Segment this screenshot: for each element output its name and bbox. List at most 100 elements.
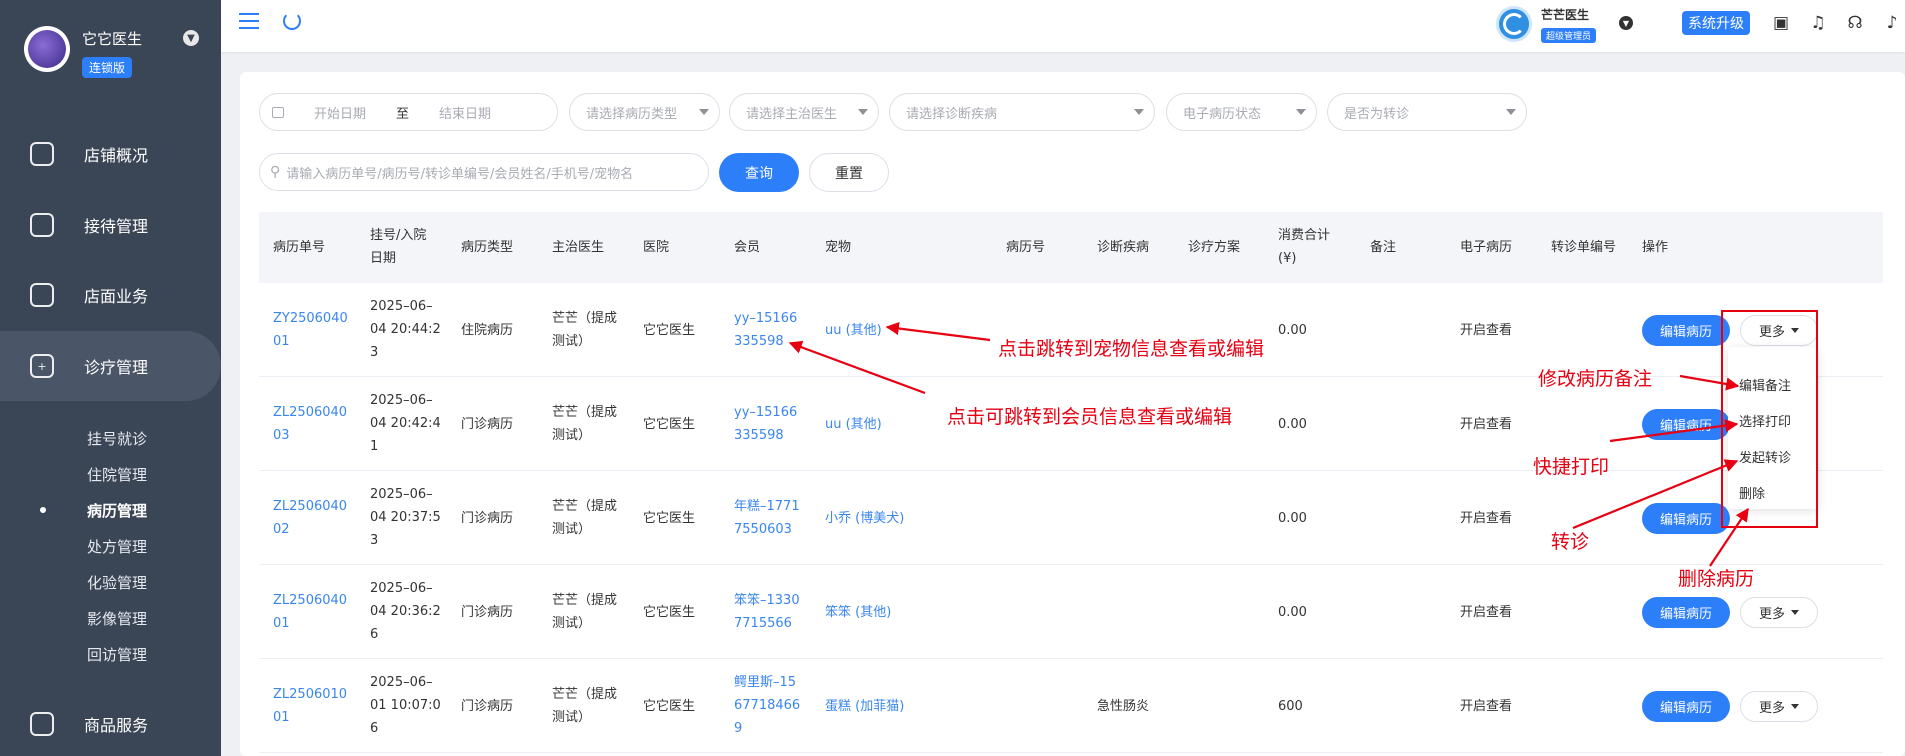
record-id-link[interactable]: ZL2506040 02 bbox=[273, 495, 347, 541]
col-hospital: 医院 bbox=[643, 240, 670, 255]
chevron-down-icon[interactable]: ▼ bbox=[1619, 16, 1633, 30]
date-range-picker[interactable]: 开始日期 至 结束日期 bbox=[259, 93, 558, 131]
member-link[interactable]: 鳄里斯–15 67718466 9 bbox=[734, 671, 800, 740]
emr-view-link[interactable]: 开启查看 bbox=[1460, 507, 1512, 530]
start-date-input[interactable]: 开始日期 bbox=[314, 103, 366, 122]
search-icon: ⚲ bbox=[270, 164, 281, 180]
upgrade-button[interactable]: 系统升级 bbox=[1682, 11, 1750, 35]
diagnosis: 急性肠炎 bbox=[1097, 699, 1150, 714]
disease-select[interactable]: 请选择诊断疾病 bbox=[889, 93, 1155, 131]
nav-item-reception[interactable]: 接待管理 bbox=[0, 190, 221, 260]
annotation-edit-note: 修改病历备注 bbox=[1538, 368, 1653, 390]
col-record-no: 病历号 bbox=[1006, 240, 1046, 255]
notification-icon[interactable]: ♪ bbox=[1882, 13, 1902, 33]
avatar[interactable] bbox=[1496, 6, 1532, 42]
doctor: 芒芒（提成 测试） bbox=[552, 499, 618, 537]
record-id-link[interactable]: ZL2506040 03 bbox=[273, 401, 347, 447]
col-transfer-no: 转诊单编号 bbox=[1551, 240, 1617, 255]
pet-link[interactable]: 蛋糕 (加菲猫) bbox=[825, 695, 904, 718]
col-emr: 电子病历 bbox=[1460, 240, 1513, 255]
col-treatment: 诊疗方案 bbox=[1188, 240, 1241, 255]
col-diagnosis: 诊断疾病 bbox=[1097, 240, 1150, 255]
hospital: 它它医生 bbox=[643, 417, 696, 432]
more-button[interactable]: 更多 bbox=[1740, 691, 1818, 722]
doctor: 芒芒（提成 测试） bbox=[552, 687, 618, 725]
nav-label: 店铺概况 bbox=[84, 146, 149, 165]
nav-item-shop-overview[interactable]: 店铺概况 bbox=[0, 119, 221, 189]
headset-icon[interactable]: ☊ bbox=[1845, 13, 1865, 33]
nav-label: 店面业务 bbox=[84, 287, 149, 306]
nav-item-goods-service[interactable]: 商品服务 bbox=[0, 689, 221, 756]
subnav-followup[interactable]: 回访管理 bbox=[87, 644, 147, 665]
record-id-link[interactable]: ZL2506040 01 bbox=[273, 589, 347, 635]
brand[interactable]: 它它医生 连锁版 ▼ bbox=[24, 26, 199, 78]
col-record-type: 病历类型 bbox=[461, 240, 514, 255]
emr-status-select[interactable]: 电子病历状态 bbox=[1166, 93, 1317, 131]
transfer-select[interactable]: 是否为转诊 bbox=[1327, 93, 1527, 131]
edit-record-button[interactable]: 编辑病历 bbox=[1642, 597, 1730, 628]
emr-view-link[interactable]: 开启查看 bbox=[1460, 319, 1512, 342]
query-button[interactable]: 查询 bbox=[719, 153, 799, 192]
user-role-badge: 超级管理员 bbox=[1541, 28, 1597, 43]
member-link[interactable]: 笨笨–1330 7715566 bbox=[734, 589, 800, 635]
caret-down-icon bbox=[858, 109, 868, 115]
calendar-icon[interactable]: ▣ bbox=[1771, 13, 1791, 33]
emr-view-link[interactable]: 开启查看 bbox=[1460, 413, 1512, 436]
total: 0.00 bbox=[1278, 605, 1307, 620]
caret-down-icon bbox=[1791, 704, 1799, 709]
search-placeholder: 请输入病历单号/病历号/转诊单编号/会员姓名/手机号/宠物名 bbox=[286, 166, 634, 182]
emr-view-link[interactable]: 开启查看 bbox=[1460, 601, 1512, 624]
annotation-highlight-box bbox=[1721, 310, 1818, 528]
date-separator: 至 bbox=[396, 106, 410, 122]
record-id-link[interactable]: ZL2506010 01 bbox=[273, 683, 347, 729]
subnav-prescription[interactable]: 处方管理 bbox=[87, 536, 147, 557]
caret-down-icon bbox=[1296, 109, 1306, 115]
nav-item-medical[interactable]: + 诊疗管理 bbox=[0, 331, 221, 401]
pet-link[interactable]: 笨笨 (其他) bbox=[825, 601, 891, 624]
search-input[interactable]: ⚲ 请输入病历单号/病历号/转诊单编号/会员姓名/手机号/宠物名 bbox=[259, 153, 709, 191]
end-date-input[interactable]: 结束日期 bbox=[439, 103, 491, 122]
topbar: 芒芒医生 超级管理员 ▼ 系统升级 ▣ ♫ ☊ ♪ bbox=[221, 0, 1905, 52]
pet-link[interactable]: 小乔 (博美犬) bbox=[825, 507, 904, 530]
record-id-link[interactable]: ZY2506040 01 bbox=[273, 307, 348, 353]
menu-icon[interactable] bbox=[239, 13, 259, 29]
edit-record-button[interactable]: 编辑病历 bbox=[1642, 503, 1730, 534]
edit-record-button[interactable]: 编辑病历 bbox=[1642, 409, 1730, 440]
pet-link[interactable]: uu (其他) bbox=[825, 413, 882, 436]
bell-icon[interactable]: ♫ bbox=[1808, 13, 1828, 33]
reset-button[interactable]: 重置 bbox=[809, 153, 889, 192]
nav-item-store-business[interactable]: 店面业务 bbox=[0, 260, 221, 330]
col-reg-date: 挂号/入院 日期 bbox=[370, 228, 427, 266]
table-row: ZL2506010 01 2025–06– 01 10:07:0 6 门诊病历 芒芒（… bbox=[259, 659, 1883, 753]
doctor-select[interactable]: 请选择主治医生 bbox=[729, 93, 879, 131]
edit-record-button[interactable]: 编辑病历 bbox=[1642, 691, 1730, 722]
annotation-transfer: 转诊 bbox=[1551, 531, 1590, 553]
nav-label: 诊疗管理 bbox=[84, 358, 149, 377]
record-type-select[interactable]: 请选择病历类型 bbox=[569, 93, 720, 131]
col-pet: 宠物 bbox=[825, 240, 852, 255]
record-type: 门诊病历 bbox=[461, 511, 514, 526]
subnav-lab[interactable]: 化验管理 bbox=[87, 572, 147, 593]
total: 600 bbox=[1278, 699, 1303, 714]
subnav-imaging[interactable]: 影像管理 bbox=[87, 608, 147, 629]
subnav-medical-records[interactable]: 病历管理 bbox=[87, 500, 147, 521]
member-link[interactable]: yy–15166 335598 bbox=[734, 401, 797, 447]
member-link[interactable]: 年糕–1771 7550603 bbox=[734, 495, 800, 541]
subnav-inpatient[interactable]: 住院管理 bbox=[87, 464, 147, 485]
total: 0.00 bbox=[1278, 511, 1307, 526]
goods-icon bbox=[30, 712, 54, 736]
member-link[interactable]: yy–15166 335598 bbox=[734, 307, 797, 353]
subnav-registration[interactable]: 挂号就诊 bbox=[87, 428, 147, 449]
active-dot bbox=[40, 507, 46, 513]
table-row: ZL2506040 02 2025–06– 04 20:37:5 3 门诊病历 芒芒（… bbox=[259, 471, 1883, 565]
pet-link[interactable]: uu (其他) bbox=[825, 319, 882, 342]
emr-view-link[interactable]: 开启查看 bbox=[1460, 695, 1512, 718]
table-row: ZY2506040 01 2025–06– 04 20:44:2 3 住院病历 芒芒（… bbox=[259, 283, 1883, 377]
chevron-down-icon[interactable]: ▼ bbox=[183, 30, 199, 46]
annotation-delete: 删除病历 bbox=[1678, 568, 1755, 590]
total: 0.00 bbox=[1278, 323, 1307, 338]
edit-record-button[interactable]: 编辑病历 bbox=[1642, 315, 1730, 346]
refresh-icon[interactable] bbox=[283, 12, 301, 30]
calendar-icon bbox=[272, 106, 284, 118]
more-button[interactable]: 更多 bbox=[1740, 597, 1818, 628]
